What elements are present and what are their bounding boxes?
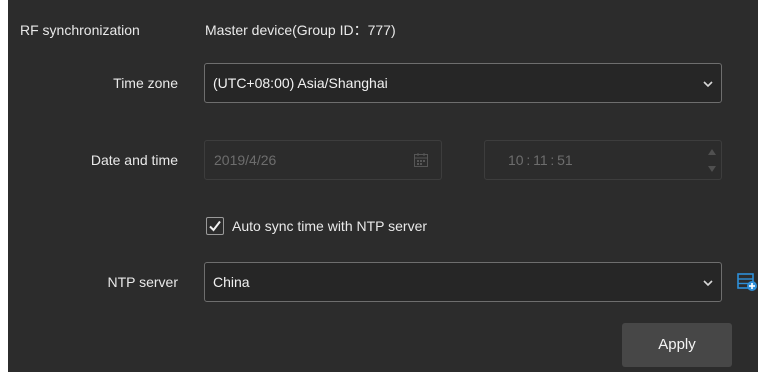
ntp-server-value: China	[213, 274, 250, 290]
auto-sync-checkbox[interactable]	[206, 217, 224, 235]
chevron-down-icon	[703, 81, 713, 88]
apply-button[interactable]: Apply	[622, 323, 732, 367]
time-zone-label: Time zone	[113, 75, 178, 91]
date-time-label: Date and time	[90, 152, 178, 168]
add-server-icon[interactable]	[737, 272, 758, 292]
auto-sync-label[interactable]: Auto sync time with NTP server	[232, 216, 427, 236]
ntp-server-label: NTP server	[107, 274, 178, 290]
date-value: 2019/4/26	[214, 152, 277, 168]
calendar-icon[interactable]	[413, 152, 429, 168]
checkmark-icon	[209, 220, 221, 232]
rf-sync-label: RF synchronization	[20, 22, 140, 38]
chevron-down-icon	[703, 280, 713, 287]
settings-panel	[8, 0, 758, 372]
time-value: 10 : 11 : 51	[508, 152, 573, 168]
spinner-arrows-icon[interactable]	[705, 144, 719, 176]
date-input[interactable]: 2019/4/26	[204, 140, 442, 180]
time-input[interactable]: 10 : 11 : 51	[484, 140, 722, 180]
time-zone-value: (UTC+08:00) Asia/Shanghai	[213, 75, 388, 91]
time-zone-select[interactable]: (UTC+08:00) Asia/Shanghai	[204, 63, 722, 103]
ntp-server-select[interactable]: China	[204, 262, 722, 302]
rf-sync-value: Master device(Group ID：777)	[205, 22, 396, 38]
